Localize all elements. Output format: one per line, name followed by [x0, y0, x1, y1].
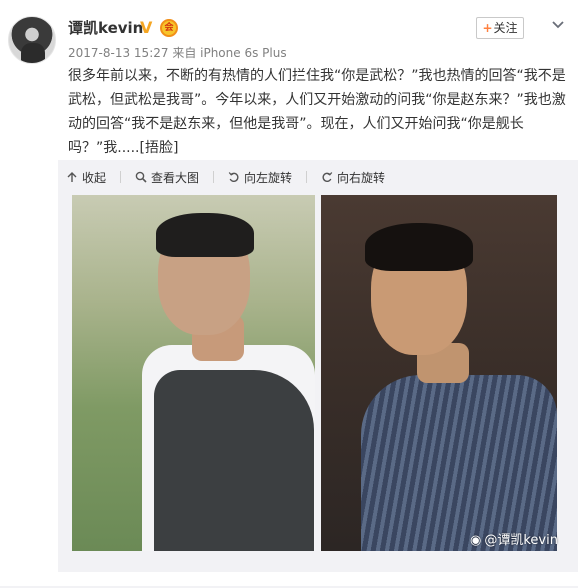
- collapse-button[interactable]: 收起: [66, 168, 106, 188]
- facepalm-emoticon: [捂脸]: [139, 140, 179, 156]
- watermark-text: @谭凯kevin: [484, 533, 558, 548]
- collapse-icon: [67, 172, 77, 182]
- rotate-right-icon: [322, 172, 333, 183]
- media-toolbar: 收起 查看大图 向左旋转 向右旋转: [66, 168, 399, 188]
- content-line: 动的回答“我不是赵东来，但他是我哥”。现在，人们又开始问我“你是舰长: [68, 116, 524, 132]
- zoom-icon: [135, 171, 147, 183]
- toolbar-divider: [120, 171, 122, 183]
- photo-left[interactable]: [72, 195, 315, 551]
- plus-icon: +: [482, 21, 493, 35]
- weibo-logo-icon: ◉: [470, 533, 482, 548]
- content-line-last: 吗？”我.....[捂脸]: [68, 136, 568, 160]
- weibo-post: 谭凯kevin V 会 2017-8-13 15:27 来自 iPhone 6s…: [0, 0, 578, 588]
- username-link[interactable]: 谭凯kevin: [68, 18, 143, 38]
- figure-hair: [365, 223, 473, 271]
- content-line: 武松，但武松是我哥”。今年以来，人们又开始激动的问我“你是赵东来？”我也激: [68, 92, 566, 108]
- follow-button[interactable]: +关注: [476, 17, 524, 39]
- rotate-left-icon: [228, 172, 239, 183]
- chevron-down-icon[interactable]: [550, 16, 566, 32]
- view-large-label: 查看大图: [151, 171, 200, 185]
- collapse-label: 收起: [82, 171, 107, 185]
- rotate-left-button[interactable]: 向左旋转: [228, 168, 292, 188]
- toolbar-divider: [213, 171, 215, 183]
- avatar-figure: [21, 43, 45, 63]
- view-large-button[interactable]: 查看大图: [135, 168, 199, 188]
- rotate-left-label: 向左旋转: [244, 171, 293, 185]
- content-line: 很多年前以来，不断的有热情的人们拦住我“你是武松？”我也热情的回答“我不是: [68, 68, 566, 84]
- post-content: 很多年前以来，不断的有热情的人们拦住我“你是武松？”我也热情的回答“我不是 武松…: [68, 64, 568, 160]
- rotate-right-label: 向右旋转: [337, 171, 386, 185]
- follow-label: 关注: [493, 21, 518, 35]
- toolbar-divider: [306, 171, 308, 183]
- photo-right[interactable]: [321, 195, 557, 551]
- verified-badge-icon[interactable]: V: [140, 19, 158, 37]
- member-badge-icon[interactable]: 会: [160, 19, 178, 37]
- post-meta[interactable]: 2017-8-13 15:27 来自 iPhone 6s Plus: [68, 45, 287, 61]
- figure-shirt: [361, 375, 557, 551]
- rotate-right-button[interactable]: 向右旋转: [321, 168, 385, 188]
- image-watermark: ◉ @谭凯kevin: [470, 529, 558, 548]
- content-line: 吗？”我.....: [68, 140, 140, 156]
- figure-vest: [154, 370, 314, 551]
- figure-hair: [156, 213, 254, 257]
- avatar[interactable]: [8, 16, 56, 64]
